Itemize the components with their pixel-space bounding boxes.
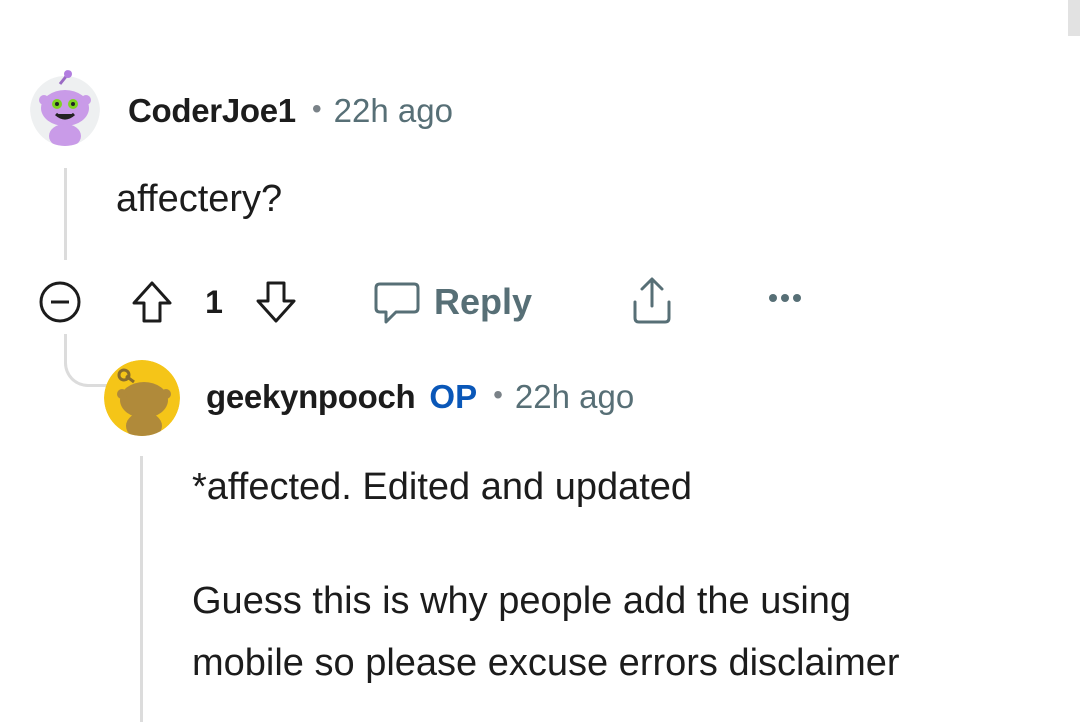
comment-thread: CoderJoe1 • 22h ago affectery? 1 Reply g… [0, 0, 1080, 722]
score-value: 1 [205, 283, 223, 320]
comment-body: affectery? [116, 178, 283, 220]
reply-body-line-3: mobile so please excuse errors disclaime… [192, 642, 900, 684]
scrollbar[interactable] [1068, 0, 1080, 36]
upvote-icon [132, 281, 172, 323]
reply-body-line-1: *affected. Edited and updated [192, 466, 693, 508]
upvote-button[interactable] [126, 276, 178, 328]
thread-line[interactable] [64, 168, 67, 260]
downvote-icon [256, 281, 296, 323]
separator-dot: • [493, 379, 503, 410]
reply-body-line-2: Guess this is why people add the using [192, 580, 852, 622]
reply-label: Reply [434, 281, 533, 322]
score: 1 [196, 280, 232, 324]
collapse-button[interactable] [36, 278, 84, 326]
timestamp: 22h ago [333, 92, 453, 129]
avatar[interactable] [104, 360, 180, 436]
reply-button[interactable]: Reply [372, 272, 544, 332]
share-button[interactable] [624, 270, 680, 330]
reply-icon [374, 282, 420, 324]
avatar[interactable] [30, 70, 100, 146]
more-icon [769, 294, 801, 302]
separator-dot: • [311, 93, 322, 124]
thread-connector [64, 334, 111, 387]
downvote-button[interactable] [250, 276, 302, 328]
op-badge: OP [429, 378, 478, 415]
username[interactable]: geekynpooch [206, 378, 416, 416]
reply-thread-line[interactable] [140, 456, 143, 722]
comment-action-bar: 1 Reply [0, 262, 1000, 332]
more-options-button[interactable] [760, 278, 810, 318]
comment-author-line: CoderJoe1 • 22h ago [128, 92, 453, 130]
timestamp: 22h ago [514, 378, 635, 415]
reply-author-line: geekynpooch OP • 22h ago [206, 378, 634, 416]
username[interactable]: CoderJoe1 [128, 92, 296, 130]
collapse-icon [39, 281, 81, 323]
share-icon [633, 277, 671, 324]
